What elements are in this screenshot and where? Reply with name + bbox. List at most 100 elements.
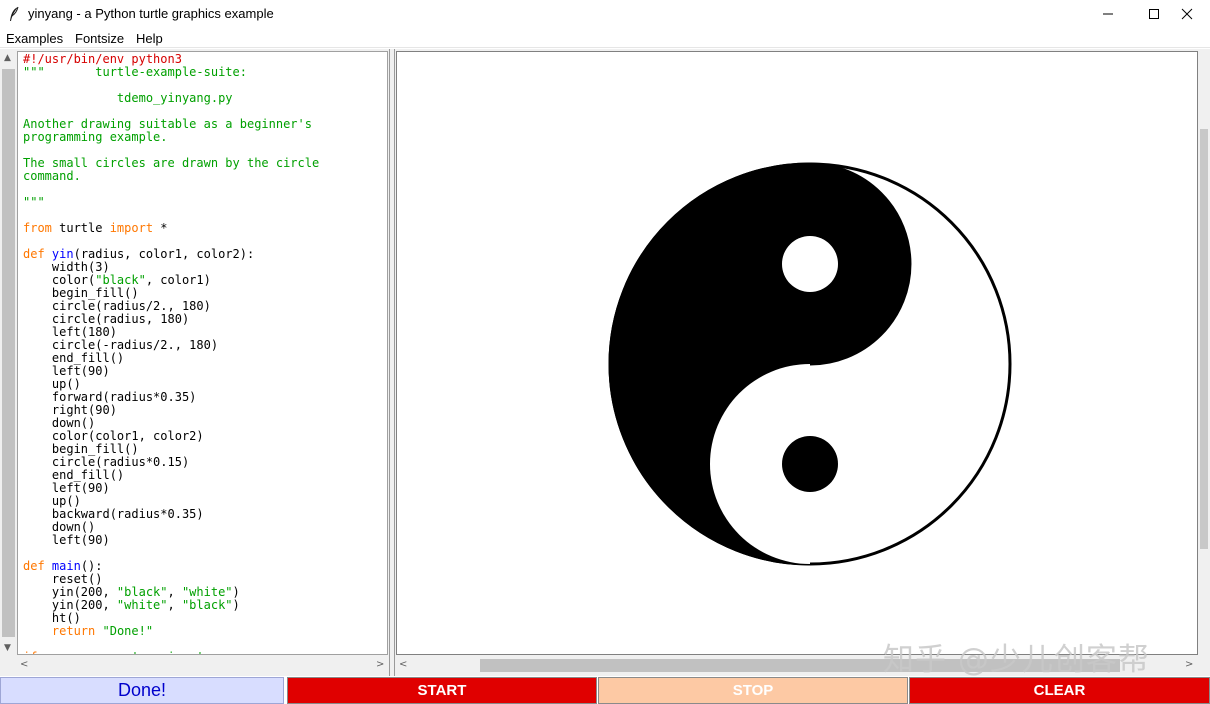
code-token: def bbox=[23, 559, 45, 573]
code-token: "black" bbox=[95, 273, 146, 287]
code-line: if __name__ == '__main__': bbox=[23, 651, 319, 655]
menu-bar: Examples Fontsize Help bbox=[0, 28, 1210, 48]
code-token: color(color1, color2) bbox=[23, 429, 204, 443]
code-token: if bbox=[23, 650, 37, 655]
code-token: , bbox=[167, 598, 182, 612]
source-code: #!/usr/bin/env python3 """ turtle-example… bbox=[23, 53, 319, 655]
menu-examples[interactable]: Examples bbox=[6, 31, 63, 46]
scroll-right-icon[interactable]: > bbox=[376, 659, 384, 670]
code-token: import bbox=[109, 221, 154, 235]
code-token: * bbox=[153, 221, 168, 235]
code-line: left(90) bbox=[23, 534, 319, 547]
code-token: command. bbox=[23, 169, 81, 183]
code-token: right(90) bbox=[23, 403, 117, 417]
code-token: (radius, color1, color2): bbox=[73, 247, 255, 261]
code-token: ht() bbox=[23, 611, 81, 625]
turtledemo-window: yinyang - a Python turtle graphics examp… bbox=[0, 0, 1210, 704]
code-token: def bbox=[23, 247, 45, 261]
window-title: yinyang - a Python turtle graphics examp… bbox=[28, 6, 274, 21]
code-token: yin bbox=[51, 247, 74, 261]
code-editor[interactable]: #!/usr/bin/env python3 """ turtle-example… bbox=[17, 51, 388, 655]
yin-eye-light-dot bbox=[782, 236, 838, 292]
turtle-canvas[interactable] bbox=[396, 51, 1198, 655]
minimize-icon bbox=[1103, 13, 1113, 15]
code-token: turtle bbox=[51, 221, 110, 235]
code-line: tdemo_yinyang.py bbox=[23, 92, 319, 105]
code-line: return "Done!" bbox=[23, 625, 319, 638]
code-token: (): bbox=[80, 559, 103, 573]
menu-help[interactable]: Help bbox=[136, 31, 163, 46]
code-token: """ turtle-example-suite: bbox=[23, 65, 247, 79]
canvas-vertical-scrollbar[interactable] bbox=[1198, 49, 1210, 658]
code-token: '__main__' bbox=[131, 650, 203, 655]
code-token: from bbox=[23, 221, 52, 235]
canvas-scroll-right-icon[interactable]: > bbox=[1185, 659, 1193, 670]
code-token: left(180) bbox=[23, 325, 117, 339]
scroll-up-icon[interactable]: ▲ bbox=[4, 53, 11, 63]
code-token: "white" bbox=[181, 585, 233, 599]
code-token: down() bbox=[23, 416, 96, 430]
stop-button[interactable]: STOP bbox=[598, 677, 908, 704]
code-token: end_fill() bbox=[23, 468, 125, 482]
code-token: down() bbox=[23, 520, 96, 534]
code-token: end_fill() bbox=[23, 351, 125, 365]
code-token: """ bbox=[23, 195, 45, 209]
code-token: circle(radius/2., 180) bbox=[23, 299, 211, 313]
scroll-down-icon[interactable]: ▼ bbox=[4, 643, 11, 653]
watermark-text: 知乎 @少儿创客帮 bbox=[883, 642, 1150, 678]
code-token: , bbox=[167, 585, 182, 599]
title-bar: yinyang - a Python turtle graphics examp… bbox=[0, 0, 1210, 28]
code-token: reset() bbox=[23, 572, 103, 586]
code-token: __name__ == bbox=[37, 650, 131, 655]
code-token: "white" bbox=[116, 598, 168, 612]
code-token: ) bbox=[232, 585, 240, 599]
code-token: "Done!" bbox=[102, 624, 154, 638]
feather-icon bbox=[8, 6, 20, 22]
menu-fontsize[interactable]: Fontsize bbox=[75, 31, 124, 46]
scroll-left-icon[interactable]: < bbox=[20, 659, 28, 670]
code-horizontal-scrollbar[interactable]: < > bbox=[17, 657, 388, 674]
code-token: "black" bbox=[116, 585, 168, 599]
clear-button[interactable]: CLEAR bbox=[909, 677, 1210, 704]
code-token: Another drawing suitable as a beginner's bbox=[23, 117, 312, 131]
code-token: , color1) bbox=[145, 273, 211, 287]
code-token: backward(radius*0.35) bbox=[23, 507, 204, 521]
minimize-button[interactable] bbox=[1085, 0, 1131, 28]
code-token: circle(radius, 180) bbox=[23, 312, 190, 326]
code-vertical-scrollbar[interactable]: ▲ ▼ bbox=[0, 49, 17, 658]
code-token: tdemo_yinyang.py bbox=[23, 91, 233, 105]
canvas-panel: < > 知乎 @少儿创客帮 bbox=[395, 49, 1210, 678]
close-button[interactable] bbox=[1164, 0, 1210, 28]
canvas-scroll-left-icon[interactable]: < bbox=[399, 659, 407, 670]
code-token: The small circles are drawn by the circl… bbox=[23, 156, 320, 170]
code-token: forward(radius*0.35) bbox=[23, 390, 197, 404]
code-token: circle(radius*0.15) bbox=[23, 455, 190, 469]
status-label: Done! bbox=[0, 677, 284, 704]
code-line: """ turtle-example-suite: bbox=[23, 66, 319, 79]
code-token: left(90) bbox=[23, 364, 110, 378]
start-button[interactable]: START bbox=[287, 677, 597, 704]
code-token: up() bbox=[23, 494, 81, 508]
code-vertical-scroll-thumb[interactable] bbox=[2, 69, 15, 637]
yang-eye-dark-dot bbox=[782, 436, 838, 492]
code-line: programming example. bbox=[23, 131, 319, 144]
code-line: from turtle import * bbox=[23, 222, 319, 235]
code-token: left(90) bbox=[23, 533, 110, 547]
code-token: return bbox=[51, 624, 96, 638]
code-token: begin_fill() bbox=[23, 286, 139, 300]
canvas-vertical-scroll-thumb[interactable] bbox=[1200, 129, 1208, 549]
maximize-icon bbox=[1149, 9, 1159, 19]
code-token: yin(200, bbox=[23, 598, 117, 612]
close-icon bbox=[1181, 8, 1193, 20]
code-line: command. bbox=[23, 170, 319, 183]
yin-yang-drawing bbox=[608, 162, 1012, 566]
code-token: ) bbox=[232, 598, 240, 612]
code-token: circle(-radius/2., 180) bbox=[23, 338, 219, 352]
code-token: yin(200, bbox=[23, 585, 117, 599]
code-panel: ▲ ▼ #!/usr/bin/env python3 """ turtle-exa… bbox=[0, 49, 391, 676]
